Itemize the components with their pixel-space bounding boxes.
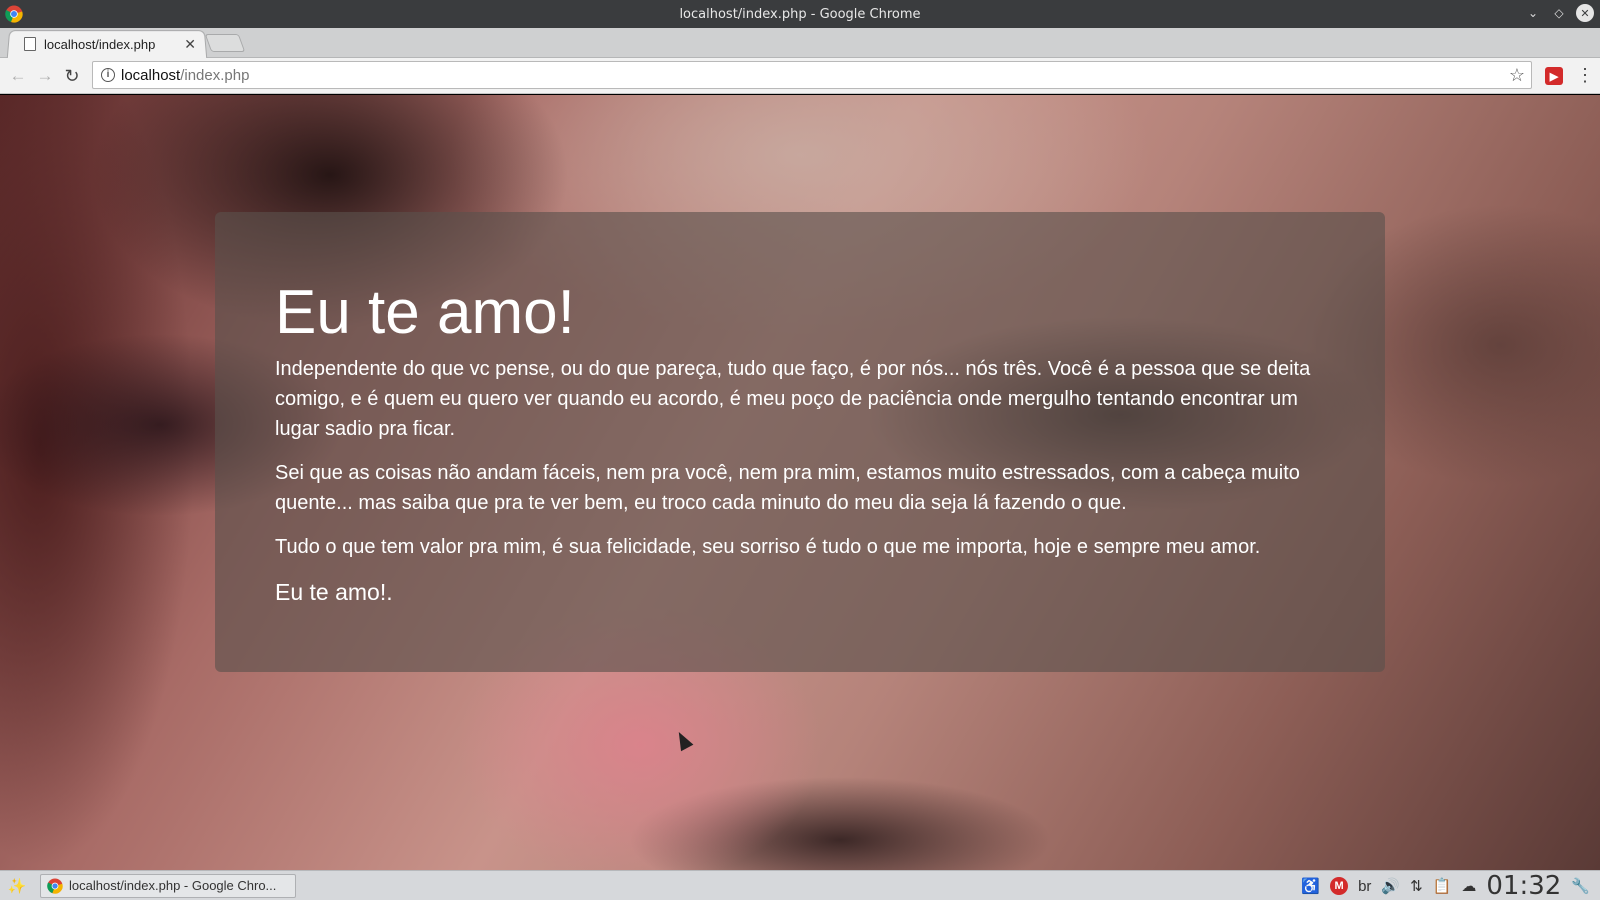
network-icon[interactable]: ⇅ [1410,877,1423,895]
cloud-icon[interactable]: ☁ [1461,877,1476,895]
keyboard-layout[interactable]: br [1358,878,1371,895]
window-controls: ⌄ ◇ ✕ [1524,4,1594,22]
bookmark-star-icon[interactable]: ☆ [1509,65,1525,86]
back-icon[interactable]: ← [8,66,28,86]
window-title: localhost/index.php - Google Chrome [679,6,921,22]
reload-icon[interactable]: ↻ [62,66,82,86]
clipboard-icon[interactable]: 📋 [1433,877,1452,895]
settings-wrench-icon[interactable]: 🔧 [1571,877,1590,895]
close-window-icon[interactable]: ✕ [1576,4,1594,22]
new-tab-button[interactable] [204,34,246,52]
page-viewport: Eu te amo! Independente do que vc pense,… [0,95,1600,870]
maximize-icon[interactable]: ◇ [1550,4,1568,22]
window-titlebar: localhost/index.php - Google Chrome ⌄ ◇ … [0,0,1600,28]
minimize-icon[interactable]: ⌄ [1524,4,1542,22]
address-bar[interactable]: i localhost/index.php ☆ [92,61,1532,89]
chrome-logo-icon [47,877,63,894]
jumbotron-panel: Eu te amo! Independente do que vc pense,… [215,212,1385,672]
tab-close-icon[interactable]: ✕ [184,36,196,53]
page-heading: Eu te amo! [275,278,575,347]
accessibility-icon[interactable]: ♿ [1301,877,1320,895]
browser-toolbar: ← → ↻ i localhost/index.php ☆ ▶ ⋮ [0,58,1600,94]
volume-icon[interactable]: 🔊 [1381,877,1400,895]
paragraph-2: Sei que as coisas não andam fáceis, nem … [275,462,1300,514]
mail-notifier-icon[interactable]: M [1330,877,1349,895]
url-host: localhost [121,66,181,84]
system-tray: ♿ M br 🔊 ⇅ 📋 ☁ 01:32 🔧 [1301,871,1590,900]
menu-kebab-icon[interactable]: ⋮ [1576,65,1594,85]
closing-line: Eu te amo!. [275,579,393,605]
info-icon[interactable]: i [101,68,115,82]
tab-active[interactable]: localhost/index.php ✕ [16,30,202,58]
url-path: /index.php [180,66,250,84]
forward-icon[interactable]: → [35,66,55,86]
app-launcher-icon[interactable]: ✨ [6,875,28,897]
chrome-logo-icon [5,5,23,23]
mouse-cursor-icon [672,728,694,752]
extension-icon[interactable]: ▶ [1545,67,1563,85]
tab-label: localhost/index.php [44,36,156,52]
paragraph-1: Independente do que vc pense, ou do que … [275,358,1311,440]
clock[interactable]: 01:32 [1486,871,1561,900]
taskbar: ✨ localhost/index.php - Google Chro... ♿… [0,870,1600,900]
taskbar-item-chrome[interactable]: localhost/index.php - Google Chro... [40,873,296,898]
taskbar-item-label: localhost/index.php - Google Chro... [69,878,277,893]
paragraph-3: Tudo o que tem valor pra mim, é sua feli… [275,536,1261,558]
document-icon [24,37,36,51]
